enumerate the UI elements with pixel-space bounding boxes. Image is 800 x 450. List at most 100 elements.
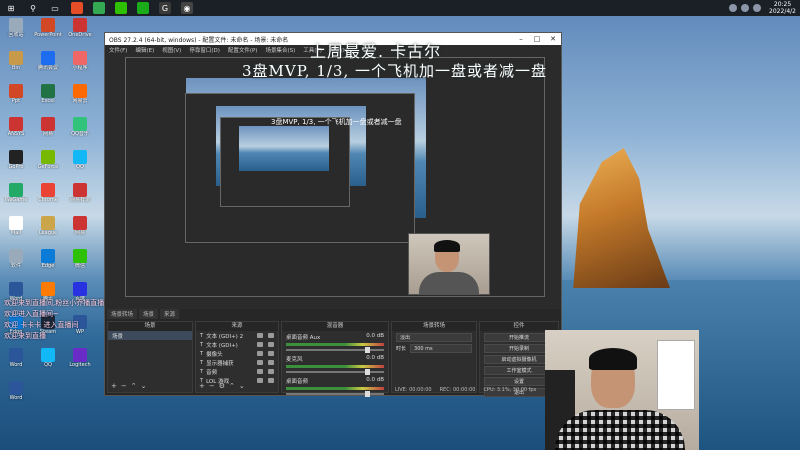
desktop-icon[interactable]: Logitech (64, 348, 96, 381)
source-item[interactable]: T 摄像头 (196, 349, 278, 358)
visibility-icon[interactable] (257, 360, 263, 365)
desktop-icon[interactable]: 网易 (64, 216, 96, 249)
desktop-icon[interactable]: ANSYS (0, 117, 32, 150)
desktop-icon[interactable]: 回收站 (0, 18, 32, 51)
add-source-icon[interactable]: + (199, 382, 205, 390)
chrome-icon[interactable] (93, 2, 105, 14)
desktop-icon[interactable]: PowerPoint (32, 18, 64, 51)
lock-icon[interactable] (268, 333, 274, 338)
chat-message: 欢迎来到直播间,粉丝小乔播直播 (4, 299, 105, 307)
app-icon (41, 348, 55, 362)
app-icon (9, 381, 23, 395)
remove-scene-icon[interactable]: − (121, 382, 127, 390)
desktop-icon[interactable]: 网易有道 (64, 183, 96, 216)
desktop-icon[interactable]: 微信 (64, 249, 96, 282)
menu-item[interactable]: 停靠窗口(D) (189, 46, 220, 54)
desktop-icon-label: Edge (41, 263, 55, 269)
source-up-icon[interactable]: ⌃ (229, 382, 235, 390)
transition-select[interactable]: 淡出 (396, 333, 472, 342)
desktop-icon[interactable]: QQ (64, 150, 96, 183)
scene-up-icon[interactable]: ⌃ (131, 382, 137, 390)
source-item[interactable]: T 文本 (GDI+) 2 (196, 331, 278, 340)
lock-icon[interactable] (268, 351, 274, 356)
obs-title: OBS 27.2.4 (64-bit, windows) - 配置文件: 未命名… (109, 36, 289, 44)
volume-slider[interactable] (286, 347, 384, 353)
menu-item[interactable]: 配置文件(P) (228, 46, 258, 54)
lock-icon[interactable] (268, 369, 274, 374)
duration-label: 时长 (396, 346, 407, 352)
desktop-icon[interactable]: 小程序 (64, 51, 96, 84)
desktop-icon[interactable]: OneDrive (64, 18, 96, 51)
slider-knob[interactable] (365, 369, 370, 375)
network-icon[interactable] (729, 4, 738, 12)
visibility-icon[interactable] (257, 333, 263, 338)
slider-knob[interactable] (365, 347, 370, 353)
duration-input[interactable]: 300 ms (410, 344, 472, 353)
volume-icon[interactable] (741, 4, 750, 12)
desktop-icon[interactable]: 软件 (0, 249, 32, 282)
desktop-icon[interactable]: Bin (0, 51, 32, 84)
desktop-icon[interactable]: Word (0, 348, 32, 381)
menu-item[interactable]: 场景集合(S) (265, 46, 295, 54)
visibility-icon[interactable] (257, 351, 263, 356)
remove-source-icon[interactable]: − (209, 382, 215, 390)
mixer-dock: 混音器 桌面音频 Aux 0.0 dB 麦克风 0.0 dB 桌面音频 0.0 dB (281, 321, 389, 397)
desktop-icon[interactable]: Chrome (32, 183, 64, 216)
control-button[interactable]: 工作室模式 (484, 366, 554, 375)
browser-red-icon[interactable] (71, 2, 83, 14)
search-icon[interactable]: ⚲ (27, 2, 39, 14)
slider-knob[interactable] (365, 391, 370, 397)
control-button[interactable]: 启动虚拟摄像机 (484, 355, 554, 364)
volume-slider[interactable] (286, 369, 384, 375)
visibility-icon[interactable] (257, 342, 263, 347)
windows-start-icon[interactable]: ⊞ (5, 2, 17, 14)
maximize-icon[interactable]: □ (529, 35, 545, 43)
volume-slider[interactable] (286, 391, 384, 397)
lock-icon[interactable] (268, 360, 274, 365)
webcam-person-shirt (555, 410, 685, 450)
add-scene-icon[interactable]: + (111, 382, 117, 390)
desktop-icon[interactable]: 腾讯会议 (32, 51, 64, 84)
desktop-icon[interactable]: Mail (0, 216, 32, 249)
taskview-icon[interactable]: ▭ (49, 2, 61, 14)
source-type-icon: T (200, 368, 204, 375)
desktop-icon[interactable]: Word (0, 381, 32, 414)
desktop-icon[interactable]: WeGame (0, 183, 32, 216)
input-method-icon[interactable] (753, 4, 762, 12)
desktop-icon[interactable]: Edge (32, 249, 64, 282)
close-icon[interactable]: ✕ (545, 35, 561, 43)
desktop-icon[interactable]: GeForce (32, 150, 64, 183)
menu-item[interactable]: 编辑(E) (135, 46, 154, 54)
control-button[interactable]: 开始录制 (484, 344, 554, 353)
wechat-icon[interactable] (115, 2, 127, 14)
app-green-icon[interactable] (137, 2, 149, 14)
desktop-icon[interactable]: Excel (32, 84, 64, 117)
control-button[interactable]: 设置 (484, 377, 554, 386)
desktop-icon[interactable]: League (32, 216, 64, 249)
desktop-icon[interactable]: 网易云 (64, 84, 96, 117)
obs-taskbar-icon[interactable]: ◉ (181, 2, 193, 14)
desktop-icon[interactable]: 网易 (32, 117, 64, 150)
source-item[interactable]: T 音频 (196, 367, 278, 376)
lock-icon[interactable] (268, 378, 274, 383)
lock-icon[interactable] (268, 342, 274, 347)
visibility-icon[interactable] (257, 369, 263, 374)
source-label: 摄像头 (206, 351, 223, 358)
minimize-icon[interactable]: – (513, 35, 529, 43)
app-orange-icon[interactable]: G (159, 2, 171, 14)
source-settings-icon[interactable]: ⚙ (219, 382, 225, 390)
desktop-icon-label: Bin (12, 65, 20, 71)
visibility-icon[interactable] (257, 378, 263, 383)
desktop-icon[interactable]: GoPro (0, 150, 32, 183)
desktop-icon[interactable]: QQ (32, 348, 64, 381)
source-down-icon[interactable]: ⌄ (239, 382, 245, 390)
scene-down-icon[interactable]: ⌄ (141, 382, 147, 390)
source-item[interactable]: T 文本 (GDI+) (196, 340, 278, 349)
control-button[interactable]: 开始推流 (484, 333, 554, 342)
desktop-icon[interactable]: QQ音乐 (64, 117, 96, 150)
menu-item[interactable]: 视图(V) (162, 46, 181, 54)
menu-item[interactable]: 文件(F) (109, 46, 127, 54)
desktop-icon[interactable]: Ppt (0, 84, 32, 117)
source-item[interactable]: T 显示器捕获 (196, 358, 278, 367)
clock[interactable]: 20:25 2022/4/2 (769, 1, 796, 15)
